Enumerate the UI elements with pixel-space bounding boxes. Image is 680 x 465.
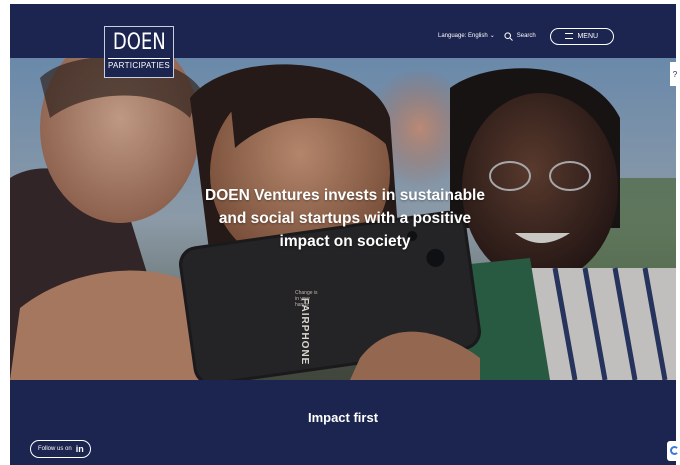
search-button[interactable]: Search <box>504 31 536 41</box>
linkedin-icon: in <box>75 444 84 454</box>
logo-wordmark: DOEN <box>112 30 166 55</box>
phone-tagline-text: Change is in your hands <box>295 290 318 308</box>
phone-brand-text: FAIRPHONE <box>299 298 310 366</box>
hero-headline: DOEN Ventures invests in sustainable and… <box>205 187 485 250</box>
side-tab-icon: ? <box>672 69 678 79</box>
logo-subtitle: PARTICIPATIES <box>108 58 170 71</box>
menu-label: MENU <box>577 32 599 40</box>
menu-button[interactable]: MENU <box>549 27 614 45</box>
search-icon <box>504 31 513 41</box>
doen-logo[interactable]: DOEN PARTICIPATIES <box>104 26 174 78</box>
chevron-down-icon: ⌄ <box>489 32 495 39</box>
impact-section: Impact first Follow us on in <box>10 380 676 465</box>
feedback-side-tab[interactable]: ? <box>670 62 680 86</box>
follow-label: Follow us on <box>38 446 72 452</box>
browser-viewport: Language: English ⌄ Search MENU DOEN PAR… <box>0 0 680 465</box>
search-label: Search <box>516 33 536 39</box>
doen-website: Language: English ⌄ Search MENU DOEN PAR… <box>10 4 676 465</box>
hamburger-icon <box>565 33 574 39</box>
top-navigation: Language: English ⌄ Search MENU <box>438 26 614 46</box>
linkedin-follow-button[interactable]: Follow us on in <box>30 440 91 458</box>
hero-banner: FAIRPHONE Change is in your hands DOEN V… <box>10 58 676 380</box>
recaptcha-icon <box>670 446 679 455</box>
section-title: Impact first <box>307 410 379 425</box>
language-label: Language: English <box>438 33 488 39</box>
recaptcha-badge[interactable] <box>667 441 680 461</box>
language-selector[interactable]: Language: English ⌄ <box>438 33 495 40</box>
